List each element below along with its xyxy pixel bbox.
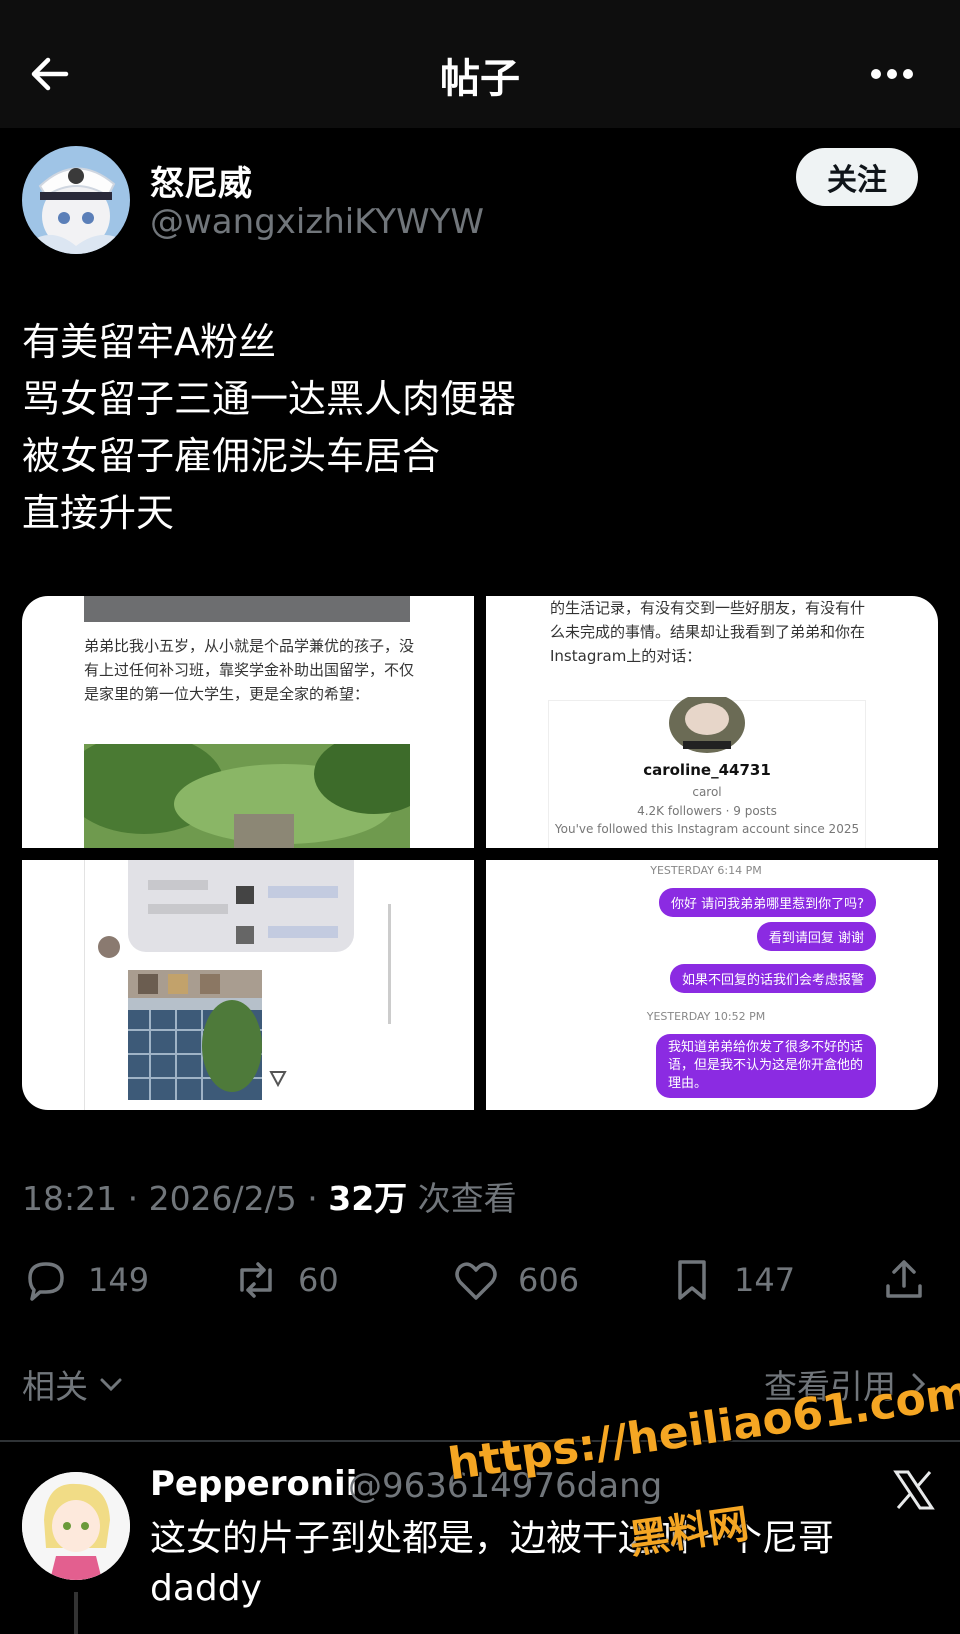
page-title: 帖子 — [440, 56, 520, 102]
ig-avatar — [669, 697, 745, 753]
bookmark-button[interactable]: 147 — [668, 1252, 795, 1308]
chevron-down-icon — [100, 1378, 122, 1392]
view-label: 次查看 — [407, 1179, 517, 1218]
ig-username: caroline_44731 — [643, 761, 771, 779]
share-icon — [886, 1260, 922, 1298]
post-meta: 18:21 · 2026/2/5 · 32万 次查看 — [22, 1172, 517, 1220]
x-logo-icon — [893, 1470, 935, 1510]
blurred-tree-photo — [84, 744, 410, 848]
top-bar: 帖子 — [0, 0, 960, 128]
media-image-1[interactable]: 弟弟比我小五岁，从小就是个品学兼优的孩子，没有上过任何补习班，靠奖学金补助出国留… — [22, 596, 474, 848]
chat-time: YESTERDAY 6:14 PM — [650, 864, 762, 877]
more-horizontal-icon[interactable] — [868, 60, 916, 88]
media-image-3[interactable] — [22, 860, 474, 1110]
author-avatar[interactable] — [22, 146, 130, 254]
reply-button[interactable]: 149 — [22, 1252, 149, 1308]
heart-icon — [455, 1262, 497, 1300]
chat-time: YESTERDAY 10:52 PM — [646, 1010, 766, 1023]
post-line: 有美留牢A粉丝 — [22, 320, 276, 364]
reply-avatar[interactable] — [22, 1472, 130, 1580]
post-line: 骂女留子三通一达黑人肉便器 — [22, 377, 517, 421]
bookmark-icon — [678, 1260, 706, 1300]
chat-bubble: 看到请回复 谢谢 — [756, 922, 876, 951]
related-dropdown[interactable]: 相关 — [22, 1360, 126, 1408]
screenshot-text: 弟弟比我小五岁，从小就是个品学兼优的孩子，没有上过任何补习班，靠奖学金补助出国留… — [84, 637, 415, 703]
author-handle[interactable]: @wangxizhiKYWYW — [150, 202, 484, 242]
post-line: 被女留子雇佣泥头车居合 — [22, 434, 441, 478]
repost-button[interactable]: 60 — [232, 1252, 339, 1308]
media-image-2[interactable]: 的生活记录，有没有交到一些好朋友，有没有什么未完成的事情。结果却让我看到了弟弟和… — [486, 596, 938, 848]
photo-strip — [84, 596, 410, 622]
bookmark-count: 147 — [734, 1261, 796, 1299]
related-label: 相关 — [22, 1367, 88, 1406]
reply-text: 这女的片子到处都是，边被干边叫一个尼哥daddy — [150, 1518, 835, 1609]
repost-count: 60 — [298, 1261, 339, 1299]
media-grid: 弟弟比我小五岁，从小就是个品学兼优的孩子，没有上过任何补习班，靠奖学金补助出国留… — [22, 596, 938, 1110]
chat-bubble: 你好 请问我弟弟哪里惹到你了吗? — [658, 888, 876, 917]
reply-author-name[interactable]: Pepperonii — [150, 1464, 357, 1504]
ig-profile-card: caroline_44731 carol 4.2K followers · 9 … — [548, 697, 866, 848]
author-name[interactable]: 怒尼威 — [150, 156, 252, 205]
post-line: 直接升天 — [22, 491, 175, 535]
repost-icon — [240, 1262, 272, 1298]
pixelated-card — [128, 860, 354, 952]
scrollbar — [388, 904, 391, 1024]
chat-avatar — [98, 936, 120, 958]
ig-stats: 4.2K followers · 9 posts — [637, 804, 777, 818]
ig-follow-note: You've followed this Instagram account s… — [554, 822, 860, 836]
screenshot-text: 的生活记录，有没有交到一些好朋友，有没有什么未完成的事情。结果却让我看到了弟弟和… — [550, 599, 866, 665]
share-button[interactable] — [880, 1252, 928, 1308]
reply-count: 149 — [88, 1261, 150, 1299]
like-count: 606 — [518, 1261, 580, 1299]
post-timestamp: 18:21 · 2026/2/5 · — [22, 1179, 329, 1218]
action-bar: 149 60 606 147 — [0, 1252, 960, 1308]
send-icon — [269, 1071, 287, 1088]
follow-button[interactable]: 关注 — [796, 148, 918, 206]
thread-line — [74, 1592, 78, 1634]
pixelated-building-photo — [128, 970, 262, 1100]
post-text: 有美留牢A粉丝 骂女留子三通一达黑人肉便器 被女留子雇佣泥头车居合 直接升天 — [22, 314, 516, 542]
media-image-4[interactable]: YESTERDAY 6:14 PM 你好 请问我弟弟哪里惹到你了吗? 看到请回复… — [486, 860, 938, 1110]
view-count: 32万 — [328, 1179, 408, 1218]
ig-display-name: carol — [692, 785, 722, 799]
like-button[interactable]: 606 — [452, 1252, 579, 1308]
reply-icon — [28, 1262, 64, 1301]
chat-bubble: 如果不回复的话我们会考虑报警 — [669, 964, 876, 993]
chat-bubble: 我知道弟弟给你发了很多不好的话语，但是我不认为这是你开盒他的理由。 — [656, 1034, 876, 1098]
